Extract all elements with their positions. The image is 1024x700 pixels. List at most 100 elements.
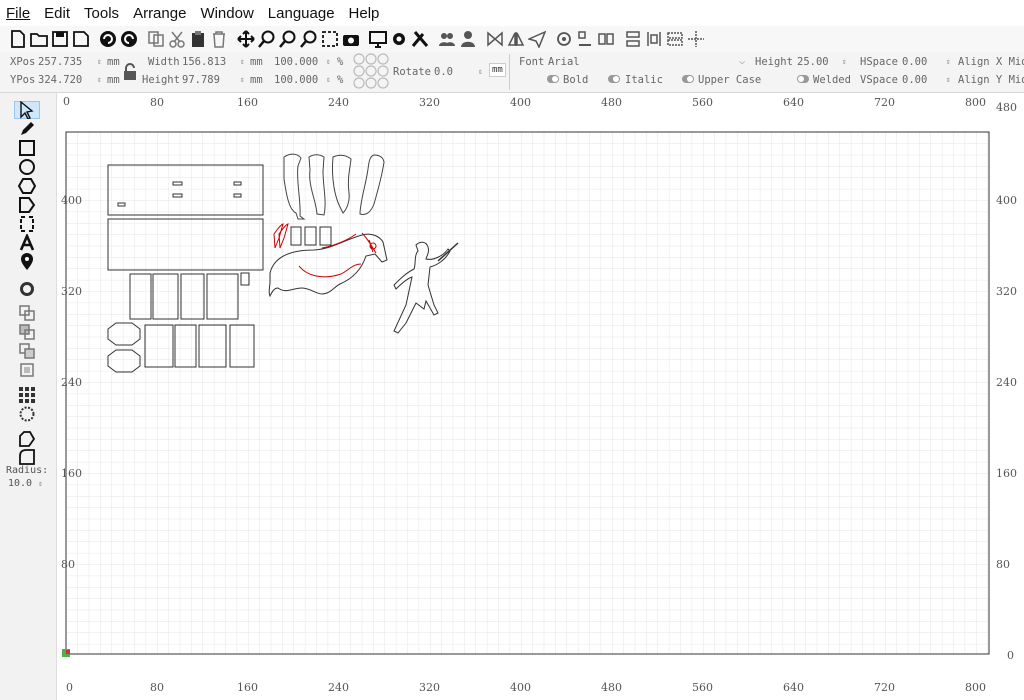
new-file-icon[interactable] xyxy=(8,29,28,49)
save-as-icon[interactable] xyxy=(71,29,91,49)
hspace-input[interactable]: 0.00 xyxy=(902,56,927,68)
width-spinner-icon[interactable]: ⇕ xyxy=(240,57,245,66)
italic-toggle-icon[interactable] xyxy=(608,74,620,86)
zoom-fit-icon[interactable] xyxy=(299,29,319,49)
circular-array-icon[interactable] xyxy=(14,405,40,423)
vspace-input[interactable]: 0.00 xyxy=(902,74,927,86)
align-y-select[interactable]: Align Y Mid xyxy=(958,74,1024,86)
align-top-icon[interactable] xyxy=(665,29,685,49)
mirror-icon[interactable] xyxy=(506,29,526,49)
delete-icon[interactable] xyxy=(209,29,229,49)
bracket-tool-icon[interactable] xyxy=(14,215,40,233)
scale-x-input[interactable]: 100.000 xyxy=(274,56,318,68)
scale-y-input[interactable]: 100.000 xyxy=(274,74,318,86)
font-select[interactable]: Arial xyxy=(548,56,580,68)
ypos-input[interactable]: 324.720 xyxy=(38,74,82,86)
height-unit: mm xyxy=(250,74,263,86)
menu-file[interactable]: File xyxy=(0,5,36,22)
tools-wrench-icon[interactable] xyxy=(410,29,430,49)
node-edit-icon[interactable] xyxy=(575,29,595,49)
zoom-out-icon[interactable] xyxy=(278,29,298,49)
workspace-drawing[interactable] xyxy=(57,93,1024,700)
select-tool-icon[interactable] xyxy=(14,101,40,119)
ruler-top-tick: 480 xyxy=(601,96,622,109)
settings-gear-icon[interactable] xyxy=(389,29,409,49)
welded-toggle-icon[interactable] xyxy=(797,74,809,86)
open-folder-icon[interactable] xyxy=(29,29,49,49)
anchor-point-grid-icon[interactable] xyxy=(352,53,390,92)
user-icon[interactable] xyxy=(458,29,478,49)
polygon-tool-icon[interactable] xyxy=(14,177,40,195)
menu-edit[interactable]: Edit xyxy=(38,5,76,22)
target-icon[interactable] xyxy=(554,29,574,49)
hspace-spinner-icon[interactable]: ⇕ xyxy=(946,57,951,66)
ellipse-tool-icon[interactable] xyxy=(14,158,40,176)
undo-icon[interactable] xyxy=(98,29,118,49)
xpos-input[interactable]: 257.735 xyxy=(38,56,82,68)
menu-language[interactable]: Language xyxy=(262,5,341,22)
rotate-input[interactable]: 0.0 xyxy=(434,66,453,78)
zoom-in-icon[interactable] xyxy=(257,29,277,49)
upper-case-toggle-icon[interactable] xyxy=(682,74,694,86)
distribute-vertical-icon[interactable] xyxy=(623,29,643,49)
boolean-intersect-icon[interactable] xyxy=(14,342,40,360)
text-tool-icon[interactable] xyxy=(14,234,40,252)
draw-line-pencil-icon[interactable] xyxy=(14,120,40,138)
text-height-spinner-icon[interactable]: ⇕ xyxy=(842,57,847,66)
radius-spinner-icon[interactable]: ⇕ xyxy=(38,479,43,488)
ruler-left-tick: 320 xyxy=(61,285,82,298)
font-dropdown-chevron-icon[interactable]: ⌵ xyxy=(739,55,745,67)
lock-ratio-icon[interactable] xyxy=(122,63,138,84)
grid-array-icon[interactable] xyxy=(14,386,40,404)
height-input[interactable]: 97.789 xyxy=(182,74,220,86)
rotate-spinner-icon[interactable]: ⇕ xyxy=(478,67,483,76)
save-icon[interactable] xyxy=(50,29,70,49)
ypos-spinner-icon[interactable]: ⇕ xyxy=(97,75,102,84)
xpos-spinner-icon[interactable]: ⇕ xyxy=(97,57,102,66)
scale-y-spinner-icon[interactable]: ⇕ xyxy=(326,75,331,84)
distribute-horizontal-icon[interactable] xyxy=(644,29,664,49)
menu-window[interactable]: Window xyxy=(194,5,259,22)
radius-input[interactable]: 10.0 ⇕ xyxy=(8,478,43,489)
xpos-unit: mm xyxy=(107,56,120,68)
bold-toggle-icon[interactable] xyxy=(547,74,559,86)
send-icon[interactable] xyxy=(527,29,547,49)
vspace-spinner-icon[interactable]: ⇕ xyxy=(946,75,951,84)
corner-chamfer-icon[interactable] xyxy=(14,448,40,466)
monitor-icon[interactable] xyxy=(368,29,388,49)
copy-icon[interactable] xyxy=(146,29,166,49)
move-icon[interactable] xyxy=(236,29,256,49)
location-pin-icon[interactable] xyxy=(14,253,40,271)
align-center-icon[interactable] xyxy=(686,29,706,49)
offset-ring-icon[interactable] xyxy=(14,280,40,298)
italic-label: Italic xyxy=(625,74,663,86)
flip-horizontal-icon[interactable] xyxy=(485,29,505,49)
ruler-top-tick: 320 xyxy=(419,96,440,109)
text-height-input[interactable]: 25.00 xyxy=(797,56,829,68)
camera-icon[interactable] xyxy=(341,29,361,49)
menu-arrange[interactable]: Arrange xyxy=(127,5,192,22)
rectangle-tool-icon[interactable] xyxy=(14,139,40,157)
boolean-union-icon[interactable] xyxy=(14,304,40,322)
xpos-label: XPos xyxy=(10,56,36,68)
menu-help[interactable]: Help xyxy=(343,5,386,22)
width-input[interactable]: 156.813 xyxy=(182,56,226,68)
cut-icon[interactable] xyxy=(167,29,187,49)
boolean-difference-icon[interactable] xyxy=(14,323,40,341)
pentagon-tool-icon[interactable] xyxy=(14,196,40,214)
align-icon[interactable] xyxy=(596,29,616,49)
scale-x-spinner-icon[interactable]: ⇕ xyxy=(326,57,331,66)
mm-toggle-button[interactable]: mm xyxy=(489,63,506,77)
paste-icon[interactable] xyxy=(188,29,208,49)
workspace-canvas[interactable]: 0 80 160 240 320 400 480 560 640 720 800… xyxy=(57,93,1024,700)
menu-tools[interactable]: Tools xyxy=(78,5,125,22)
height-label: Height xyxy=(142,74,180,86)
height-spinner-icon[interactable]: ⇕ xyxy=(240,75,245,84)
redo-icon[interactable] xyxy=(119,29,139,49)
align-x-select[interactable]: Align X Mid xyxy=(958,56,1024,68)
ypos-unit: mm xyxy=(107,74,120,86)
group-icon[interactable] xyxy=(437,29,457,49)
boolean-weld-icon[interactable] xyxy=(14,361,40,379)
zoom-page-icon[interactable] xyxy=(320,29,340,49)
corner-round-icon[interactable] xyxy=(14,430,40,448)
